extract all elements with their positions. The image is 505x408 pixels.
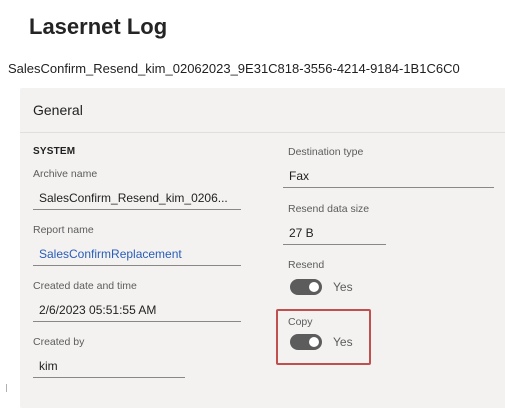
resend-data-size-field[interactable]: 27 B (283, 226, 386, 245)
report-name-link[interactable]: SalesConfirmReplacement (33, 247, 241, 266)
record-id: SalesConfirm_Resend_kim_02062023_9E31C81… (8, 61, 460, 76)
destination-type-label: Destination type (288, 146, 364, 158)
resend-toggle-knob (309, 282, 319, 292)
general-section-title: General (33, 102, 83, 118)
report-name-label: Report name (33, 224, 94, 236)
page-title: Lasernet Log (29, 14, 168, 39)
system-section-label: SYSTEM (33, 146, 76, 157)
copy-toggle[interactable] (290, 334, 322, 350)
copy-label: Copy (288, 316, 313, 328)
general-section-header[interactable]: General (20, 88, 505, 133)
created-date-label: Created date and time (33, 280, 137, 292)
archive-name-field[interactable]: SalesConfirm_Resend_kim_0206... (33, 191, 241, 210)
resend-toggle-value: Yes (333, 280, 353, 294)
created-by-label: Created by (33, 336, 85, 348)
resend-toggle-row: Yes (290, 279, 370, 297)
copy-toggle-row: Yes (290, 334, 370, 352)
resend-toggle[interactable] (290, 279, 322, 295)
copy-toggle-knob (309, 337, 319, 347)
resend-label: Resend (288, 259, 325, 271)
destination-type-field[interactable]: Fax (283, 169, 494, 188)
copy-toggle-value: Yes (333, 335, 353, 349)
resize-handle[interactable] (6, 384, 8, 392)
created-by-field[interactable]: kim (33, 359, 185, 378)
resend-data-size-label: Resend data size (288, 203, 370, 215)
archive-name-label: Archive name (33, 168, 98, 180)
created-date-field[interactable]: 2/6/2023 05:51:55 AM (33, 303, 241, 322)
